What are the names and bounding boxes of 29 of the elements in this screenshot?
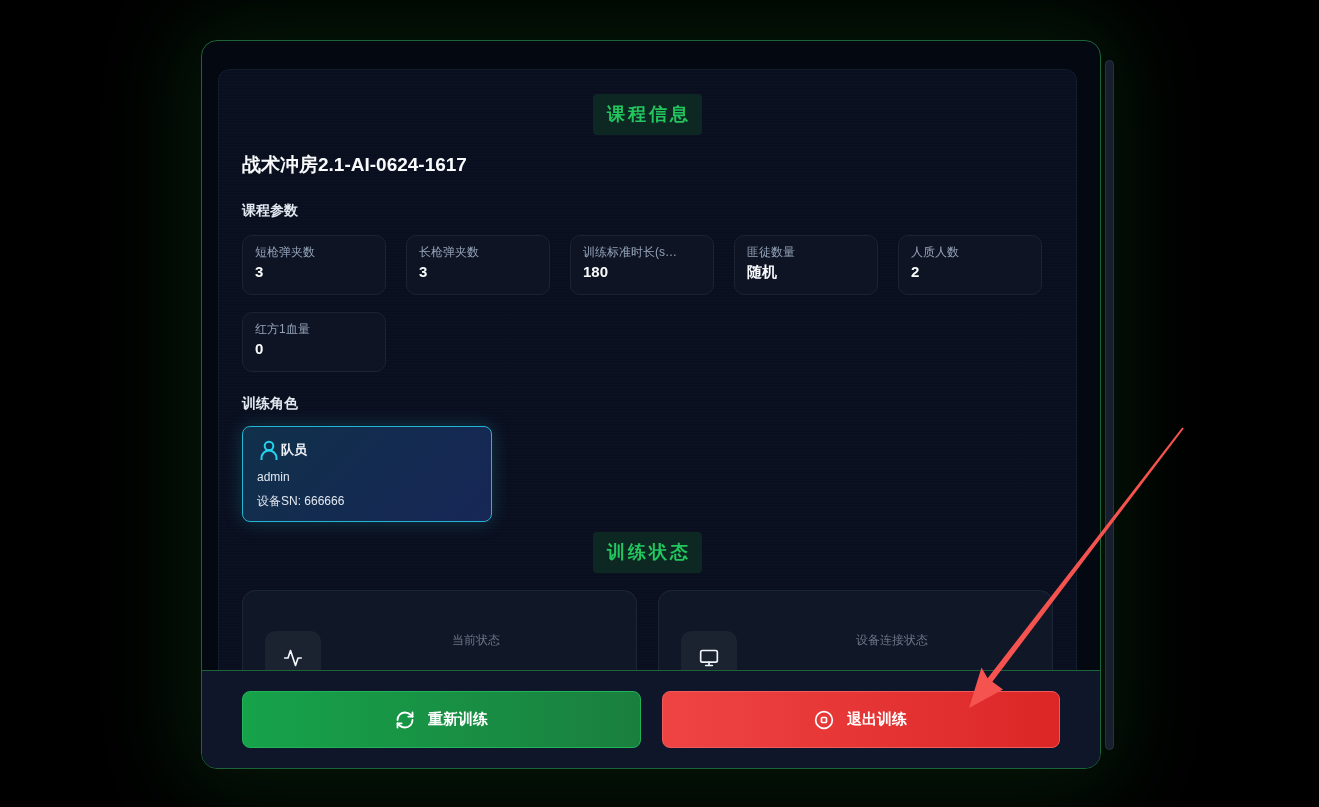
section-subtitle: 课程参数 [242, 201, 298, 220]
exit-button[interactable]: 退出训练 [661, 691, 1060, 748]
param-value: 随机 [747, 262, 778, 282]
param-value: 3 [255, 262, 265, 282]
section-title: 课程信息 [593, 94, 702, 135]
param-value: 3 [419, 262, 429, 282]
param-label: 红方1血量 [255, 321, 311, 337]
param-label: 人质人数 [911, 244, 960, 260]
section-subtitle: 训练角色 [242, 394, 298, 413]
course-title: 战术冲房2.1-AI-0624-1617 [242, 153, 467, 177]
scrollbar[interactable] [1105, 60, 1114, 750]
param-label: 训练标准时长(s… [583, 244, 678, 260]
param-value: 180 [583, 262, 610, 282]
param-value: 0 [255, 339, 265, 359]
refresh-icon [394, 709, 415, 730]
param-label: 短枪弹夹数 [255, 244, 316, 260]
param-value: 2 [911, 262, 921, 282]
status-label: 设备连接状态 [855, 632, 928, 648]
role-card[interactable]: 队员 admin 设备SN: 666666 [242, 426, 492, 522]
user-name: admin [257, 469, 290, 485]
device-serial: 设备SN: 666666 [257, 493, 345, 509]
stop-icon [814, 709, 835, 730]
section-title: 训练状态 [593, 532, 702, 573]
param-label: 长枪弹夹数 [419, 244, 480, 260]
param-label: 匪徒数量 [747, 244, 796, 260]
status-label: 当前状态 [451, 632, 500, 648]
restart-button[interactable]: 重新训练 [242, 691, 641, 748]
role-name: 队员 [281, 441, 307, 459]
person-icon [260, 440, 278, 460]
